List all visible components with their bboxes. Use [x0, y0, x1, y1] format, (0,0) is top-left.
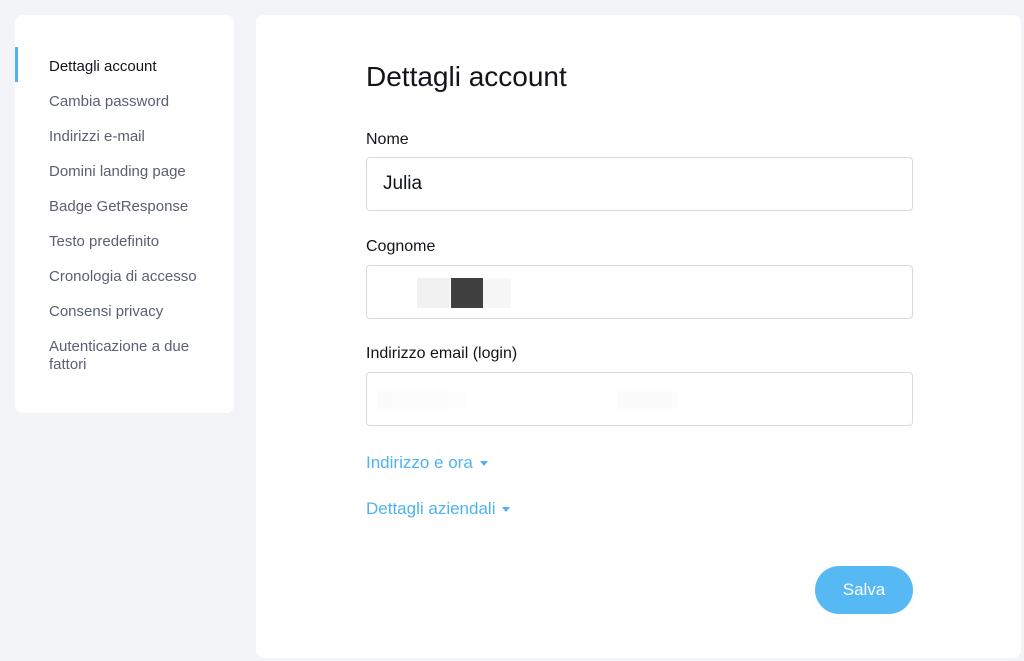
account-details-panel: Dettagli account Nome Cognome Indirizzo …: [256, 15, 1021, 658]
redacted-value-block: [451, 278, 483, 308]
settings-sidebar: Dettagli account Cambia password Indiriz…: [15, 15, 234, 413]
email-label: Indirizzo email (login): [366, 345, 518, 362]
last-name-label: Cognome: [366, 238, 436, 255]
caret-down-icon: [479, 460, 488, 466]
sidebar-item-account-details[interactable]: Dettagli account: [49, 58, 224, 76]
save-button[interactable]: Salva: [815, 566, 913, 614]
first-name-label: Nome: [366, 131, 409, 148]
sidebar-item-default-text[interactable]: Testo predefinito: [49, 233, 224, 251]
sidebar-item-landing-domains[interactable]: Domini landing page: [49, 163, 224, 181]
caret-down-icon: [502, 506, 511, 512]
sidebar-item-two-factor-auth[interactable]: Autenticazione a due fattori: [49, 338, 224, 374]
page-title: Dettagli account: [366, 61, 567, 92]
company-details-toggle[interactable]: Dettagli aziendali: [366, 499, 511, 519]
first-name-input[interactable]: [367, 158, 912, 210]
active-indicator: [15, 47, 18, 82]
company-details-label: Dettagli aziendali: [366, 499, 496, 518]
sidebar-item-privacy-consents[interactable]: Consensi privacy: [49, 303, 224, 321]
email-field-box: [366, 372, 913, 426]
first-name-field-box: [366, 157, 913, 211]
redacted-email: [377, 391, 677, 409]
address-time-toggle[interactable]: Indirizzo e ora: [366, 453, 488, 473]
sidebar-item-badge[interactable]: Badge GetResponse: [49, 198, 224, 216]
sidebar-item-change-password[interactable]: Cambia password: [49, 93, 224, 111]
address-time-label: Indirizzo e ora: [366, 453, 473, 472]
last-name-field-box: [366, 265, 913, 319]
sidebar-item-login-history[interactable]: Cronologia di accesso: [49, 268, 224, 286]
sidebar-item-email-addresses[interactable]: Indirizzi e-mail: [49, 128, 224, 146]
